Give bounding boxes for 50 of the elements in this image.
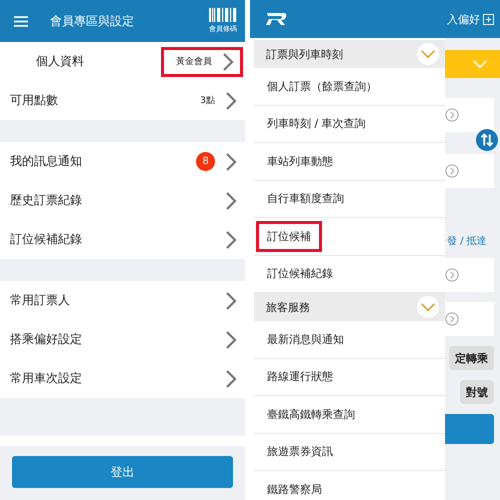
menu-section-header[interactable]: 旅客服務 (254, 293, 445, 321)
direction-label: 發 / 抵達 (447, 234, 487, 248)
station-card[interactable] (445, 154, 494, 188)
menu-item[interactable]: 旅遊票券資訊 (256, 436, 344, 468)
menu-section-header[interactable]: 訂票與列車時刻 (254, 40, 445, 68)
chevron-right-icon (222, 52, 234, 72)
logout-button[interactable]: 登出 (12, 456, 233, 488)
chevron-right-icon (225, 368, 237, 388)
chevron-right-icon (225, 152, 237, 172)
barcode-icon (209, 8, 237, 22)
station-card[interactable] (445, 98, 494, 132)
row-value: 3點 (200, 94, 215, 107)
swap-icon[interactable] (476, 129, 498, 151)
menu-item[interactable]: 列車時刻 / 車次查詢 (256, 108, 377, 140)
time-card[interactable] (445, 302, 494, 336)
chevron-right-icon (225, 90, 237, 110)
menu-item[interactable]: 自行車額度查詢 (256, 183, 355, 214)
date-card[interactable] (445, 258, 494, 292)
row-value: 黃金會員 (176, 56, 212, 68)
settings-row[interactable]: 常用訂票人 (0, 281, 245, 320)
settings-row[interactable]: 搭乘偏好設定 (0, 320, 245, 359)
chevron-right-icon (225, 230, 237, 250)
menu-item[interactable]: 臺鐵高鐵轉乘查詢 (256, 398, 366, 430)
menu-item[interactable]: 路線運行狀態 (256, 361, 344, 392)
chevron-right-icon (225, 330, 237, 350)
settings-row[interactable]: 訂位候補紀錄 (0, 220, 245, 259)
r-logo-icon[interactable] (264, 12, 288, 26)
settings-row[interactable]: 歷史訂票紀錄 (0, 181, 245, 220)
plus-box-icon[interactable] (483, 14, 494, 24)
menu-item[interactable]: 訂位候補紀錄 (256, 258, 344, 290)
screen-title: 會員專區與設定 (50, 12, 135, 30)
menu-item[interactable]: 個人訂票（餘票查詢） (256, 70, 388, 102)
dropdown-bar[interactable] (445, 50, 500, 78)
menu-item[interactable]: 最新消息與通知 (256, 324, 355, 355)
menu-item[interactable]: 鐵路警察局 (256, 474, 333, 500)
chevron-right-icon (225, 190, 237, 210)
settings-row[interactable]: 可用點數 3點 (0, 81, 245, 120)
settings-row[interactable]: 我的訊息通知 8 (0, 142, 245, 181)
count-badge: 8 (196, 152, 215, 171)
settings-row[interactable]: 個人資料 黃金會員 (0, 42, 245, 81)
chevron-down-icon[interactable] (417, 43, 439, 65)
chevron-down-icon[interactable] (417, 296, 439, 318)
add-favorite-label[interactable]: 入偏好 (447, 12, 480, 26)
menu-icon[interactable] (14, 16, 28, 26)
menu-item[interactable]: 車站列車動態 (256, 146, 344, 177)
settings-row[interactable]: 常用車次設定 (0, 359, 245, 398)
transfer-button[interactable]: 定轉乘 (449, 346, 494, 370)
menu-item[interactable]: 訂位候補 (256, 220, 322, 252)
chevron-right-icon (225, 290, 237, 310)
reserved-seat-button[interactable]: 對號 (460, 380, 494, 404)
